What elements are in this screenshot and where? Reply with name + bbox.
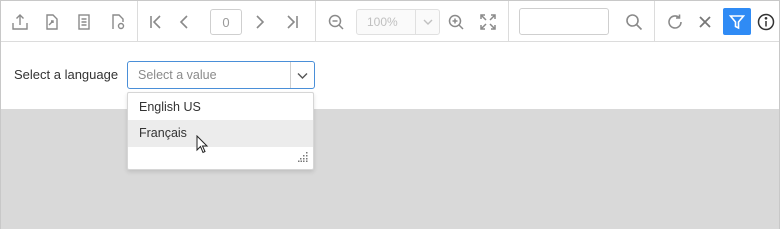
resize-grip-icon[interactable] — [298, 150, 308, 165]
search-icon[interactable] — [621, 1, 647, 42]
report-viewer: 0 100% Select a language Select a value … — [0, 0, 780, 229]
zoom-value: 100% — [367, 15, 398, 29]
toolbar: 0 100% — [1, 1, 779, 42]
mouse-cursor-icon — [196, 135, 209, 154]
first-page-icon[interactable] — [143, 1, 169, 42]
zoom-select[interactable]: 100% — [356, 9, 440, 35]
language-dropdown-list: English US Français — [127, 92, 314, 170]
toolbar-separator — [508, 1, 509, 41]
search-input[interactable] — [519, 8, 609, 35]
parameters-icon[interactable] — [105, 1, 131, 42]
info-icon[interactable] — [755, 1, 777, 42]
toolbar-separator — [137, 1, 138, 41]
language-select[interactable]: Select a value — [127, 61, 315, 89]
parameter-panel: Select a language Select a value — [1, 42, 779, 109]
toolbar-separator — [654, 1, 655, 41]
close-icon[interactable] — [692, 1, 718, 42]
list-item[interactable]: Français — [128, 120, 313, 147]
chevron-down-icon[interactable] — [290, 62, 314, 88]
report-canvas — [1, 109, 779, 229]
zoom-out-icon[interactable] — [323, 1, 349, 42]
zoom-in-icon[interactable] — [443, 1, 469, 42]
filter-button[interactable] — [723, 8, 751, 35]
toolbar-separator — [315, 1, 316, 41]
document-map-icon[interactable] — [71, 1, 97, 42]
select-placeholder: Select a value — [138, 68, 217, 82]
previous-page-icon[interactable] — [171, 1, 197, 42]
chevron-down-icon — [415, 10, 439, 34]
next-page-icon[interactable] — [247, 1, 273, 42]
page-number-input[interactable]: 0 — [210, 9, 242, 35]
refresh-icon[interactable] — [662, 1, 688, 42]
parameter-label: Select a language — [14, 67, 119, 82]
last-page-icon[interactable] — [279, 1, 305, 42]
print-icon[interactable] — [39, 1, 65, 42]
list-item[interactable]: English US — [128, 94, 313, 121]
fit-page-icon[interactable] — [475, 1, 501, 42]
export-icon[interactable] — [7, 1, 33, 42]
filter-icon — [729, 14, 745, 29]
